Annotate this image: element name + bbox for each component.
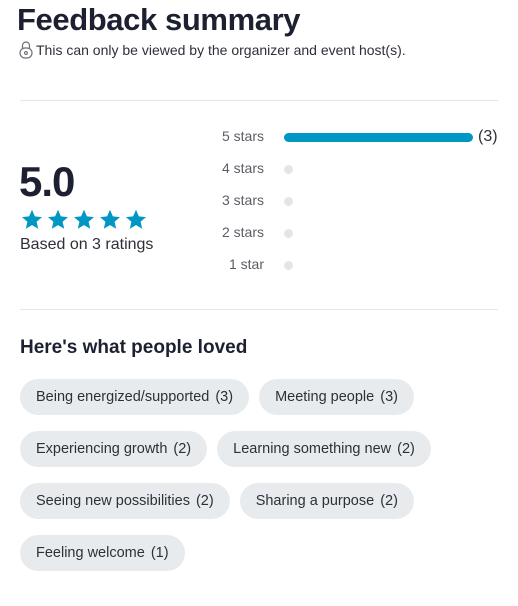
loved-tag-label: Seeing new possibilities	[36, 493, 190, 509]
loved-tag-label: Meeting people	[275, 389, 375, 405]
star-icon	[74, 209, 94, 229]
ratings-count: Based on 3 ratings	[20, 236, 154, 253]
distribution-empty-dot	[284, 229, 293, 238]
loved-tag-count: (2)	[195, 493, 214, 509]
loved-tag-count: (3)	[215, 389, 234, 405]
loved-tag-label: Learning something new	[233, 441, 392, 457]
loved-heading: Here's what people loved	[20, 337, 248, 358]
distribution-bar	[284, 133, 473, 142]
distribution-label: 3 stars	[221, 192, 264, 208]
distribution-bar	[284, 229, 473, 238]
distribution-count: (3)	[478, 128, 498, 145]
star-icon	[48, 209, 68, 229]
page-title: Feedback summary	[17, 2, 301, 37]
loved-tag-count: (2)	[380, 493, 398, 509]
distribution-row: 1 star	[180, 255, 510, 275]
loved-tag-label: Feeling welcome	[36, 545, 145, 561]
distribution-empty-dot	[284, 261, 293, 270]
loved-tag: Sharing a purpose (2)	[239, 483, 414, 519]
star-icon	[126, 209, 146, 229]
loved-tag: Experiencing growth (2)	[20, 431, 208, 467]
distribution-label: 1 star	[228, 256, 264, 272]
loved-tag: Feeling welcome (1)	[20, 535, 185, 571]
loved-tag: Learning something new (2)	[217, 431, 431, 467]
loved-tag: Meeting people (3)	[259, 379, 414, 415]
divider-middle	[20, 309, 498, 310]
divider-top	[20, 100, 498, 101]
loved-tag-count: (3)	[380, 389, 398, 405]
loved-tag-label: Experiencing growth	[36, 441, 168, 457]
distribution-empty-dot	[284, 165, 293, 174]
loved-tag-count: (1)	[150, 545, 169, 561]
distribution-label: 5 stars	[221, 128, 264, 144]
distribution-label: 4 stars	[221, 160, 264, 176]
distribution-bar	[284, 165, 473, 174]
distribution-bar	[284, 197, 473, 206]
lock-icon	[19, 41, 33, 59]
loved-tag: Seeing new possibilities (2)	[20, 483, 230, 519]
distribution-bar	[284, 261, 473, 270]
privacy-note: This can only be viewed by the organizer…	[19, 40, 406, 59]
rating-stars	[20, 208, 150, 232]
distribution-empty-dot	[284, 197, 293, 206]
loved-tag: Being energized/supported (3)	[20, 379, 250, 415]
rating-score: 5.0	[19, 158, 75, 205]
loved-tag-count: (2)	[397, 441, 415, 457]
loved-tag-count: (2)	[173, 441, 192, 457]
star-icon	[100, 209, 120, 229]
distribution-label: 2 stars	[221, 224, 264, 240]
privacy-text: This can only be viewed by the organizer…	[36, 41, 406, 58]
loved-tags: Being energized/supported (3) Meeting peop…	[20, 379, 510, 571]
loved-tag-label: Being energized/supported	[36, 389, 210, 405]
distribution-row: 5 stars (3)	[180, 127, 510, 147]
distribution-row: 2 stars	[180, 223, 510, 243]
distribution-row: 3 stars	[180, 191, 510, 211]
distribution-row: 4 stars	[180, 159, 510, 179]
star-icon	[22, 209, 42, 229]
distribution-fill	[284, 133, 473, 142]
loved-tag-label: Sharing a purpose	[255, 493, 375, 509]
